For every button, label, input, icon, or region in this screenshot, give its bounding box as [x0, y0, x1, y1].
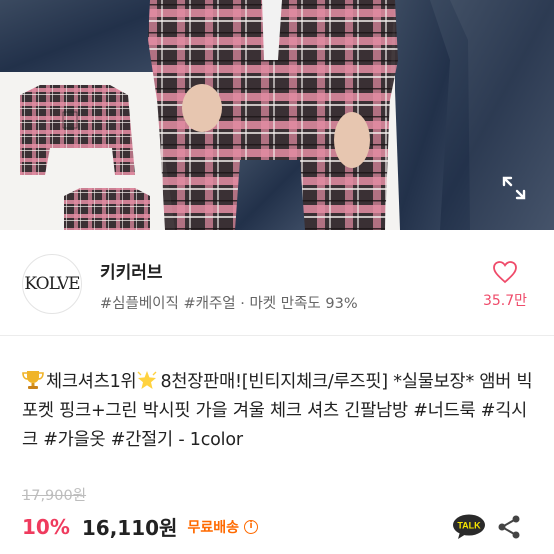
info-icon[interactable]: i: [243, 519, 258, 534]
product-photo: [0, 0, 554, 230]
store-name[interactable]: 키키러브: [100, 258, 163, 283]
store-logo[interactable]: KOLVE: [22, 254, 82, 314]
store-logo-text: KOLVE: [24, 274, 80, 294]
store-tags: #심플베이직 #캐주얼 · 마켓 만족도 93%: [100, 296, 358, 312]
heart-icon: [493, 261, 517, 284]
product-image[interactable]: [0, 0, 554, 230]
store-info: [0, 230, 554, 336]
discount-rate: 10%: [22, 514, 70, 539]
like-button[interactable]: 35.7만: [474, 260, 536, 310]
original-price: 17,900원: [22, 488, 87, 504]
kakao-talk-icon[interactable]: TALK: [452, 514, 486, 540]
expand-icon[interactable]: [500, 174, 528, 202]
product-title: 체크셔츠1위 8천장판매![빈티지체크/루즈핏] *실물보장* 앰버 빅포켓 핑크…: [22, 368, 542, 455]
price-row: 10% 16,110원 무료배송 i: [22, 512, 258, 541]
kakao-talk-label: TALK: [457, 521, 481, 531]
title-part-1: 체크셔츠1위: [46, 372, 137, 392]
shipping-badge: 무료배송: [187, 519, 239, 536]
share-icon[interactable]: [496, 514, 522, 540]
sale-price: 16,110원: [81, 516, 178, 540]
trophy-icon: [22, 370, 44, 390]
like-count: 35.7만: [482, 293, 528, 309]
star-icon: [136, 370, 158, 390]
